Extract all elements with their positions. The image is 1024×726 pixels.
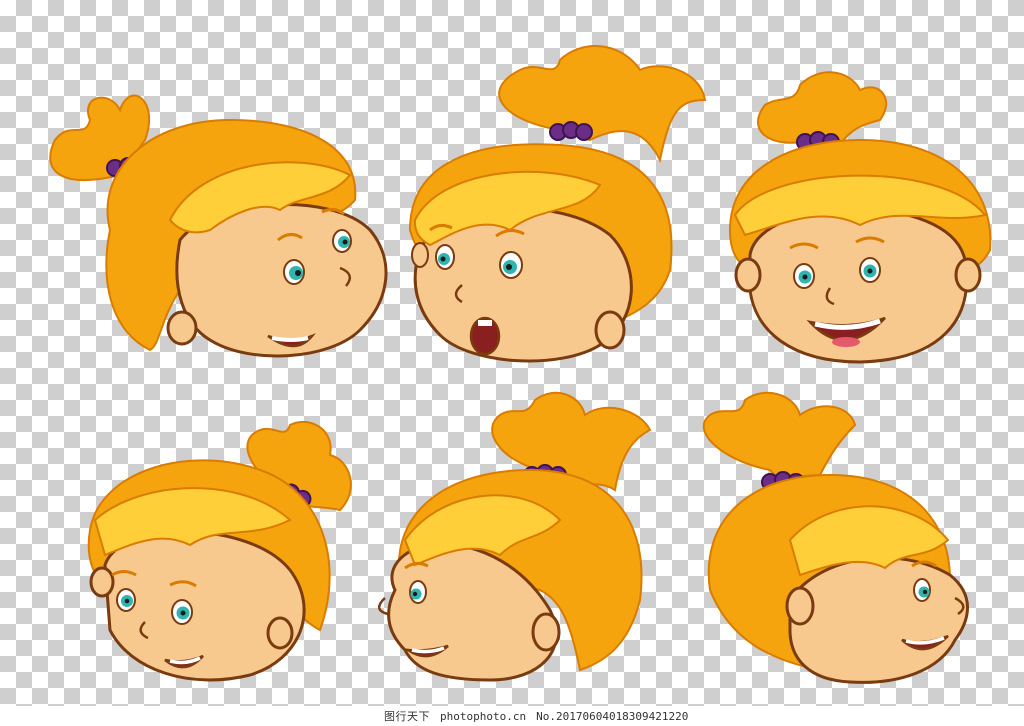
head-5 <box>378 391 652 682</box>
head-3 <box>728 71 992 364</box>
watermark-footer: 图行天下 photophoto.cn No.201706040183094212… <box>0 706 1024 726</box>
watermark-code: No.20170604018309421220 <box>536 709 689 723</box>
head-4 <box>87 420 352 682</box>
image-canvas: 图行天下 photophoto.cn No.201706040183094212… <box>0 0 1024 726</box>
heads-illustration <box>49 45 992 684</box>
watermark-site-name: 图行天下 <box>384 710 430 723</box>
head-2 <box>408 45 707 363</box>
watermark-domain: photophoto.cn <box>440 709 527 723</box>
head-1 <box>49 94 388 358</box>
head-6 <box>702 391 969 684</box>
